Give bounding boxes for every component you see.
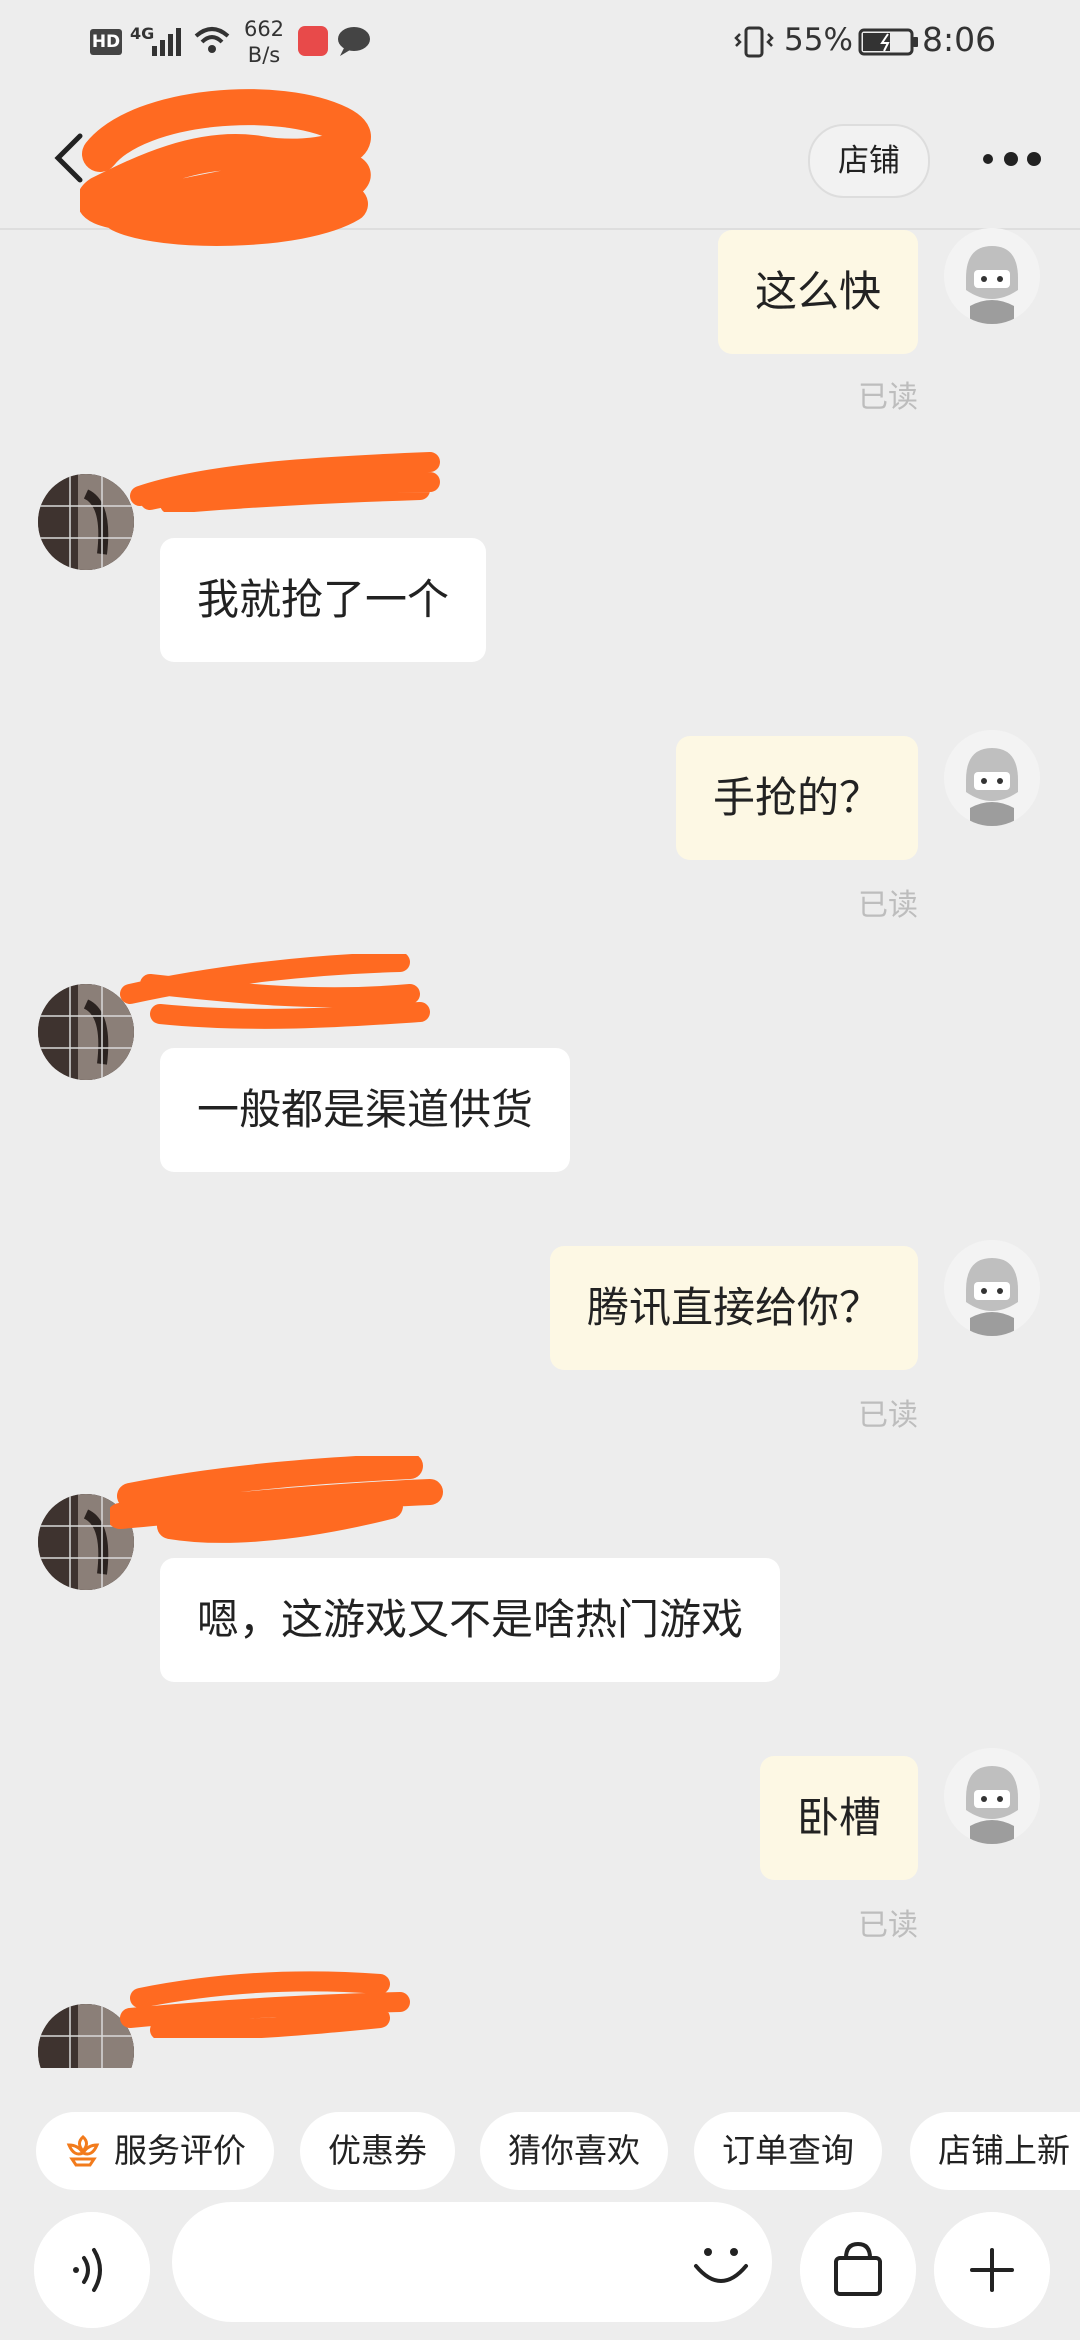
read-receipt: 已读	[858, 1908, 918, 1943]
my-avatar[interactable]	[944, 228, 1040, 324]
my-avatar[interactable]	[944, 730, 1040, 826]
flower-icon	[66, 2134, 100, 2166]
redacted-nickname	[130, 452, 440, 512]
store-button[interactable]: 店铺	[808, 124, 930, 198]
chat-notification-icon	[338, 27, 370, 56]
my-avatar[interactable]	[944, 1748, 1040, 1844]
input-bar	[0, 2198, 1080, 2340]
outgoing-message[interactable]: 手抢的？	[675, 736, 918, 860]
vibrate-icon	[734, 26, 774, 58]
outgoing-message[interactable]: 卧槽	[759, 1756, 918, 1880]
more-options-icon[interactable]	[978, 144, 1048, 174]
hd-badge: HD	[90, 29, 122, 55]
outgoing-message[interactable]: 腾讯直接给你？	[549, 1246, 918, 1370]
incoming-message[interactable]: 一般都是渠道供货	[160, 1048, 571, 1172]
message-input[interactable]	[172, 2202, 772, 2322]
network-speed: 662 B/s	[238, 16, 290, 68]
incoming-message[interactable]: 嗯，这游戏又不是啥热门游戏	[160, 1558, 781, 1682]
redacted-nickname	[120, 1971, 410, 2038]
app-notification-icon	[298, 26, 328, 56]
battery-icon	[858, 28, 918, 56]
battery-percent: 55%	[784, 22, 853, 58]
redacted-nickname	[110, 1456, 443, 1543]
quick-action-service-rating[interactable]: 服务评价	[36, 2112, 274, 2190]
chip-label: 服务评价	[114, 2131, 246, 2170]
quick-actions-bar: 服务评价 优惠券 猜你喜欢 订单查询 店铺上新	[0, 2068, 1080, 2218]
signal-icon	[152, 28, 181, 56]
quick-action-recommendations[interactable]: 猜你喜欢	[480, 2112, 668, 2190]
status-bar: HD 4G 662 B/s 55% 8:06	[0, 0, 1080, 84]
quick-action-coupons[interactable]: 优惠券	[300, 2112, 455, 2190]
read-receipt: 已读	[858, 888, 918, 923]
wifi-icon	[194, 27, 230, 53]
speed-value: 662	[243, 17, 285, 41]
contact-avatar[interactable]	[38, 474, 134, 570]
quick-action-order-lookup[interactable]: 订单查询	[694, 2112, 882, 2190]
plus-icon[interactable]	[934, 2212, 1050, 2328]
shopping-bag-icon[interactable]	[800, 2212, 916, 2328]
clock: 8:06	[922, 20, 997, 59]
message-list[interactable]: 这么快 已读 我就抢了一个 手抢的？ 已读 一般都是渠道供货 腾讯直接给你？ 已…	[0, 228, 1080, 2068]
incoming-message[interactable]: 我就抢了一个	[160, 538, 487, 662]
outgoing-message[interactable]: 这么快	[717, 230, 918, 354]
read-receipt: 已读	[858, 1398, 918, 1433]
voice-input-icon[interactable]	[34, 2212, 150, 2328]
quick-action-new-arrivals[interactable]: 店铺上新	[910, 2112, 1080, 2190]
read-receipt: 已读	[858, 380, 918, 415]
my-avatar[interactable]	[944, 1240, 1040, 1336]
redacted-nickname	[120, 954, 430, 1029]
speed-unit: B/s	[247, 43, 281, 67]
emoji-icon[interactable]	[686, 2228, 756, 2298]
chat-header: 店铺	[0, 84, 1080, 246]
